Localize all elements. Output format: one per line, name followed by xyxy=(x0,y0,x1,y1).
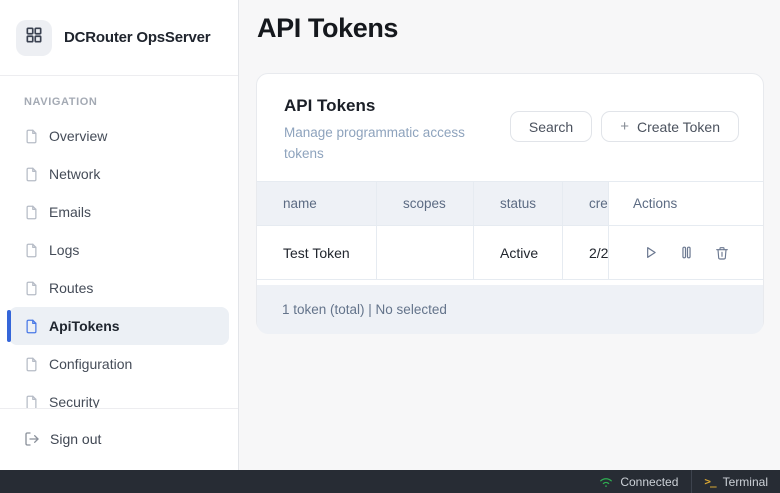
logout-icon xyxy=(24,431,40,447)
sign-out-button[interactable]: Sign out xyxy=(9,420,229,458)
sidebar-footer: Sign out xyxy=(0,408,238,458)
page-title: API Tokens xyxy=(240,0,780,44)
column-header-name[interactable]: name xyxy=(257,182,377,225)
search-button[interactable]: Search xyxy=(510,111,592,142)
create-token-button[interactable]: + Create Token xyxy=(601,111,739,142)
sidebar-item-network[interactable]: Network xyxy=(9,155,229,193)
sidebar-item-label: Overview xyxy=(49,128,107,144)
cell-actions xyxy=(609,226,763,279)
panel-actions: Search + Create Token xyxy=(510,111,739,181)
main-content: API Tokens API Tokens Manage programmati… xyxy=(240,0,780,470)
sidebar-item-overview[interactable]: Overview xyxy=(9,117,229,155)
sidebar-item-label: Security xyxy=(49,394,100,408)
sidebar-item-security[interactable]: Security xyxy=(9,383,229,408)
file-icon xyxy=(24,395,39,409)
terminal-button[interactable]: >_ Terminal xyxy=(691,470,780,493)
trash-icon[interactable] xyxy=(714,245,730,261)
pause-icon[interactable] xyxy=(678,244,695,261)
cell-scopes xyxy=(377,226,474,279)
grid-icon xyxy=(24,25,44,50)
sidebar-item-logs[interactable]: Logs xyxy=(9,231,229,269)
sidebar-nav: NAVIGATION Overview Network Emails Logs xyxy=(0,76,238,408)
sign-out-label: Sign out xyxy=(50,431,101,447)
nav-list: Overview Network Emails Logs Routes xyxy=(0,117,238,408)
terminal-prompt-icon: >_ xyxy=(704,475,715,488)
table-row: Test Token Active 2/2 xyxy=(257,226,763,280)
nav-section-label: NAVIGATION xyxy=(24,96,238,108)
sidebar: DCRouter OpsServer NAVIGATION Overview N… xyxy=(0,0,239,470)
column-header-status[interactable]: status xyxy=(474,182,563,225)
panel-header: API Tokens Manage programmatic access to… xyxy=(257,74,763,181)
panel-title: API Tokens xyxy=(284,96,489,116)
cell-status: Active xyxy=(474,226,563,279)
connection-status[interactable]: Connected xyxy=(586,470,691,493)
column-header-created[interactable]: created xyxy=(563,182,609,225)
file-icon xyxy=(24,357,39,372)
panel-subtitle: Manage programmatic access tokens xyxy=(284,122,489,164)
status-bar: Connected >_ Terminal xyxy=(0,470,780,493)
sidebar-item-label: ApiTokens xyxy=(49,318,120,334)
sidebar-item-configuration[interactable]: Configuration xyxy=(9,345,229,383)
file-icon xyxy=(24,243,39,258)
cell-created: 2/2 xyxy=(563,226,609,279)
panel-title-block: API Tokens Manage programmatic access to… xyxy=(284,96,489,181)
cell-name: Test Token xyxy=(257,226,377,279)
sidebar-item-label: Logs xyxy=(49,242,79,258)
sidebar-item-apitokens[interactable]: ApiTokens xyxy=(9,307,229,345)
api-tokens-panel: API Tokens Manage programmatic access to… xyxy=(256,73,764,333)
column-header-scopes[interactable]: scopes xyxy=(377,182,474,225)
table-summary: 1 token (total) | No selected xyxy=(257,285,763,334)
sidebar-item-routes[interactable]: Routes xyxy=(9,269,229,307)
sidebar-item-label: Emails xyxy=(49,204,91,220)
plus-icon: + xyxy=(620,119,629,134)
search-button-label: Search xyxy=(529,119,573,135)
column-header-actions: Actions xyxy=(609,182,763,225)
file-icon xyxy=(24,281,39,296)
sidebar-item-label: Routes xyxy=(49,280,93,296)
create-token-label: Create Token xyxy=(637,119,720,135)
sidebar-header: DCRouter OpsServer xyxy=(0,0,238,76)
file-icon xyxy=(24,129,39,144)
wifi-icon xyxy=(599,476,613,488)
sidebar-item-label: Configuration xyxy=(49,356,132,372)
sidebar-item-label: Network xyxy=(49,166,100,182)
file-icon xyxy=(24,205,39,220)
app-window: DCRouter OpsServer NAVIGATION Overview N… xyxy=(0,0,780,493)
sidebar-item-emails[interactable]: Emails xyxy=(9,193,229,231)
play-icon[interactable] xyxy=(642,244,659,261)
file-icon xyxy=(24,319,39,334)
terminal-label: Terminal xyxy=(723,475,768,489)
table-header-row: name scopes status created Actions xyxy=(257,181,763,226)
app-logo xyxy=(16,20,52,56)
connection-status-label: Connected xyxy=(620,475,678,489)
file-icon xyxy=(24,167,39,182)
brand-title: DCRouter OpsServer xyxy=(64,29,210,46)
